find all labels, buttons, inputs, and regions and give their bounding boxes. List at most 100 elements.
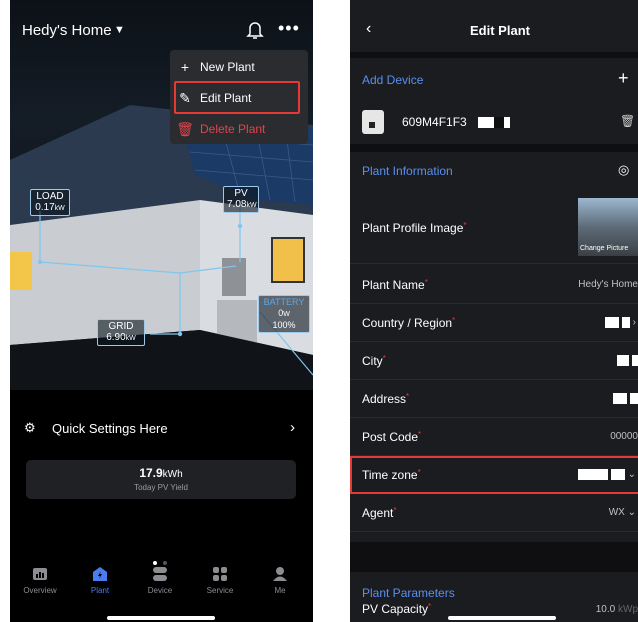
add-device-heading: Add Device [362,73,424,87]
city-label: City [362,354,383,368]
home-indicator [107,616,215,620]
yield-unit: kWh [162,469,183,480]
tab-me-label: Me [274,586,286,595]
trash-icon: 🗑 [176,120,194,137]
load-name: LOAD [36,191,64,202]
address-label: Address [362,392,407,406]
pv-yield-card[interactable]: 17.9kWh Today PV Yield [26,460,296,499]
device-sn-mask [478,114,510,132]
required-mark: * [424,278,428,287]
required-mark: * [382,354,386,363]
pv-value: 7.08 [227,199,247,210]
pv-capacity-unit: kWp [618,604,638,615]
tab-overview-label: Overview [23,586,57,595]
pv-name: PV [234,188,248,199]
trash-icon[interactable]: 🗑 [620,114,635,128]
plant-profile-image-row[interactable]: Plant Profile Image* Change Picture [350,192,638,264]
required-mark: * [452,316,456,325]
chevron-right-icon: › [290,419,295,436]
bottom-tab-bar: Overview Plant Device Service Me [10,566,313,612]
plant-name-row[interactable]: Plant Name* Hedy's Home [350,266,638,304]
page-dot [163,561,167,565]
pv-unit: kW [246,202,257,209]
plant-profile-image-label: Plant Profile Image [362,221,464,235]
plant-profile-image[interactable]: Change Picture [578,198,638,256]
add-device-plus-icon[interactable]: + [618,68,629,89]
tab-service-label: Service [206,586,234,595]
grid-name: GRID [108,321,134,332]
grid-unit: kW [125,335,136,342]
agent-label: Agent [362,506,394,520]
location-pin-icon[interactable]: ◎ [618,162,629,178]
settings-gear-icon: ⚙ [24,420,36,435]
tab-plant-label: Plant [90,586,110,595]
address-value-mask [613,393,638,404]
pv-label: PV 7.08kW [223,186,259,213]
device-image [362,110,384,134]
city-value-mask [617,355,638,366]
quick-settings-label: Quick Settings Here [52,421,168,436]
plant-icon [93,567,107,581]
home-indicator [448,616,556,620]
delete-plant-item[interactable]: 🗑 Delete Plant [170,114,308,144]
add-device-section: Add Device + 609M4F1F3 🗑 [350,58,638,144]
home-screen: Hedy's Home ▼ ••• + New Plant ✎ Edit Pla… [10,0,313,622]
bell-icon[interactable] [246,20,264,40]
plus-icon: + [180,59,190,75]
required-mark: * [418,430,422,439]
page-dot-active [153,561,157,565]
new-plant-item[interactable]: + New Plant [170,52,308,82]
battery-soc: 100% [272,320,296,330]
plant-name-value: Hedy's Home [578,279,638,290]
tab-service[interactable]: Service [190,566,250,595]
load-unit: kW [54,205,65,212]
time-zone-highlight [350,456,638,494]
required-mark: * [428,602,432,611]
quick-settings-row[interactable]: ⚙ Quick Settings Here › [10,412,313,442]
agent-row[interactable]: Agent* WX ⌄ [350,494,638,532]
tab-device[interactable]: Device [130,566,190,595]
page-title: Edit Plant [470,23,530,38]
plant-information-heading: Plant Information [362,164,453,178]
delete-plant-label: Delete Plant [200,122,266,136]
battery-label: BATTERY 0W 100% [258,295,310,333]
tab-plant[interactable]: Plant [70,566,130,595]
yield-label: Today PV Yield [134,483,188,492]
home-title[interactable]: Hedy's Home [22,22,112,39]
post-code-label: Post Code [362,430,419,444]
battery-unit: W [283,311,290,318]
grid-value: 6.90 [106,332,126,343]
edit-plant-screen: ‹ Edit Plant Add Device + 609M4F1F3 🗑 Pl… [350,0,638,622]
pv-capacity-value: 10.0 [595,604,616,615]
agent-value: WX [608,507,625,518]
load-label: LOAD 0.17kW [30,189,70,216]
tab-me[interactable]: Me [250,566,310,595]
overview-icon [33,568,47,580]
grid-label: GRID 6.90kW [97,319,145,346]
country-row[interactable]: Country / Region* › [350,304,638,342]
new-plant-label: New Plant [200,60,255,74]
device-sn: 609M4F1F3 [402,115,467,129]
me-icon [273,567,287,581]
more-icon[interactable]: ••• [278,18,300,39]
country-label: Country / Region [362,316,453,330]
required-mark: * [406,392,410,401]
tab-device-label: Device [147,586,173,595]
load-value: 0.17 [35,202,55,213]
caret-down-icon[interactable]: ▼ [114,24,125,36]
chevron-down-icon: ⌄ [627,507,636,518]
tab-overview[interactable]: Overview [10,566,70,595]
battery-name: BATTERY [263,297,305,307]
yield-value: 17.9 [139,466,163,480]
plant-name-label: Plant Name [362,278,425,292]
address-row[interactable]: Address* [350,380,638,418]
required-mark: * [463,221,467,230]
post-code-value: 00000 [610,431,638,442]
required-mark: * [393,506,397,515]
post-code-row[interactable]: Post Code* 00000 [350,418,638,456]
change-picture-label: Change Picture [580,245,629,252]
device-icon [153,567,167,581]
city-row[interactable]: City* [350,342,638,380]
edit-plant-highlight [174,81,300,114]
country-value-mask: › [605,317,636,328]
